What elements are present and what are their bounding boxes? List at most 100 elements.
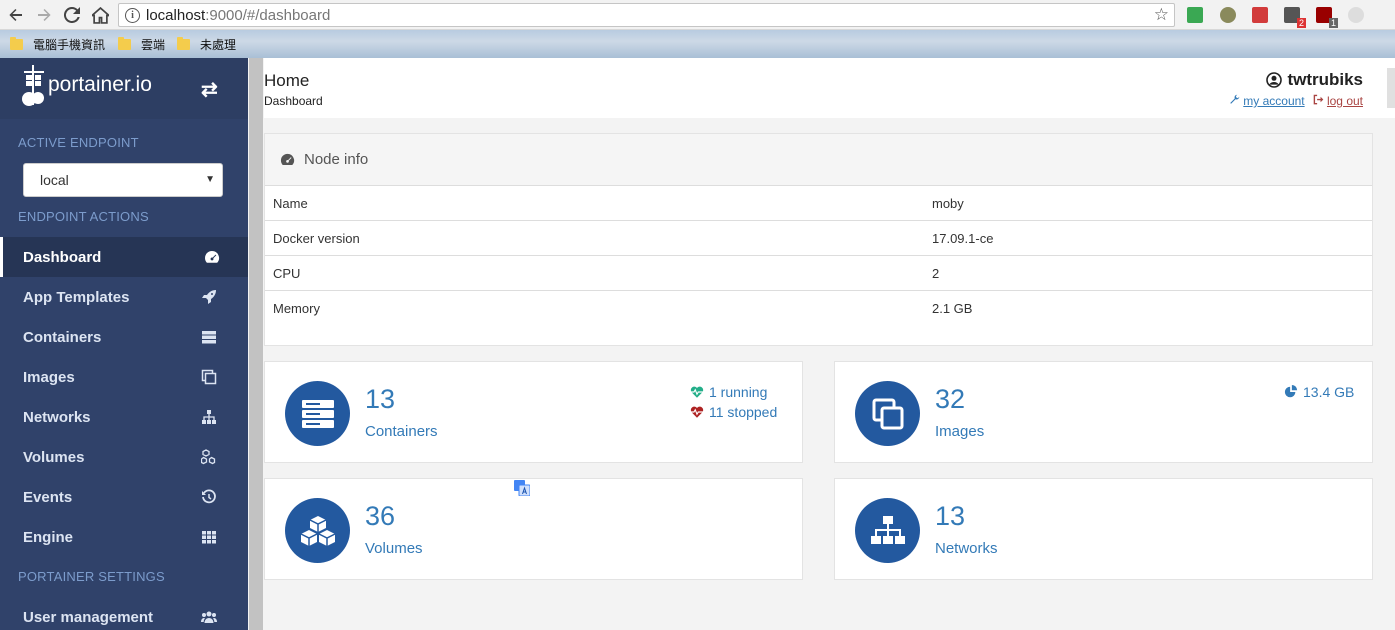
folder-icon (118, 37, 131, 50)
bookmark-star-icon[interactable]: ☆ (1154, 5, 1169, 25)
server-icon (301, 399, 334, 428)
folder-icon (177, 37, 190, 50)
heartbeat-icon (690, 406, 704, 418)
volumes-count: 36 (365, 501, 396, 531)
sidebar-item-label: User management (23, 608, 154, 626)
portainer-logo-icon[interactable] (21, 65, 47, 109)
sidebar-item-events[interactable]: Events (0, 477, 248, 517)
node-info-panel: Node info Name moby Docker version 17.09… (264, 133, 1373, 346)
wrench-icon (1230, 94, 1240, 104)
networks-widget[interactable]: 13 Networks (834, 478, 1373, 580)
stopped-label: 11 stopped (709, 404, 778, 420)
extension-tab-icon[interactable]: 2 (1284, 7, 1306, 28)
row-key: CPU (273, 266, 301, 281)
table-row: Name moby (265, 185, 1372, 220)
breadcrumb: Dashboard (264, 94, 323, 108)
sidebar-item-label: Networks (23, 408, 91, 426)
volumes-circle (285, 498, 350, 563)
ublock-icon[interactable]: 1 (1316, 7, 1338, 28)
info-icon[interactable]: i (125, 7, 140, 23)
cubes-icon (300, 515, 335, 546)
th-icon (202, 531, 216, 544)
row-value: moby (932, 196, 964, 211)
back-icon[interactable] (5, 4, 27, 26)
node-info-title: Node info (304, 151, 369, 168)
size-label: 13.4 GB (1303, 384, 1355, 400)
stopped-status: 11 stopped (690, 402, 777, 422)
extension-circle-icon[interactable] (1348, 7, 1364, 23)
rocket-icon (202, 290, 216, 304)
folder-icon (10, 37, 23, 50)
networks-label: Networks (935, 540, 998, 557)
sidebar-item-label: Volumes (23, 448, 85, 466)
scrollbar-thumb[interactable] (249, 58, 263, 630)
brand-header: portainer.io ⇄ (0, 58, 248, 119)
row-value: 17.09.1-ce (932, 231, 994, 246)
sidebar-item-dashboard[interactable]: Dashboard (0, 237, 248, 277)
portainer-settings-title: PORTAINER SETTINGS (18, 569, 165, 584)
extension-green-icon[interactable] (1187, 7, 1203, 23)
endpoint-value: local (40, 172, 69, 188)
caret-down-icon: ▼ (205, 174, 215, 185)
reload-icon[interactable] (61, 4, 83, 26)
images-size: 13.4 GB (1284, 382, 1354, 402)
sidebar-item-label: Containers (23, 328, 102, 346)
extension-dots-icon[interactable] (1252, 7, 1268, 23)
sitemap-icon (870, 515, 905, 544)
bookmarks-bar: 電腦手機資訊 雲端 未處理 (0, 30, 1395, 58)
sidebar-item-images[interactable]: Images (0, 357, 248, 397)
user-links: my account log out (1229, 94, 1363, 108)
row-value: 2 (932, 266, 940, 281)
home-icon[interactable] (89, 4, 111, 26)
sidebar-item-containers[interactable]: Containers (0, 317, 248, 357)
log-out-link[interactable]: log out (1313, 94, 1363, 108)
containers-circle (285, 381, 350, 446)
sidebar-item-user-management[interactable]: User management (0, 597, 248, 630)
endpoint-select[interactable]: local ▼ (23, 163, 223, 197)
size-status: 13.4 GB (1284, 382, 1354, 402)
images-label: Images (935, 423, 985, 440)
table-row: Memory 2.1 GB (265, 290, 1372, 325)
active-endpoint-title: ACTIVE ENDPOINT (18, 135, 139, 150)
browser-toolbar: i localhost:9000/#/dashboard ☆ 2 1 (0, 0, 1395, 30)
tachometer-icon (205, 251, 220, 263)
sidebar: portainer.io ⇄ ACTIVE ENDPOINT local ▼ E… (0, 58, 248, 630)
translate-icon[interactable] (514, 480, 530, 496)
heartbeat-icon (690, 386, 704, 398)
volumes-widget[interactable]: 36 Volumes (264, 478, 803, 580)
row-key: Docker version (273, 231, 360, 246)
row-key: Name (273, 196, 308, 211)
brand-name[interactable]: portainer.io (48, 73, 152, 97)
images-widget[interactable]: 32 Images 13.4 GB (834, 361, 1373, 463)
sidebar-item-label: Engine (23, 528, 74, 546)
images-circle (855, 381, 920, 446)
bookmark-label: 電腦手機資訊 (33, 38, 106, 52)
endpoint-actions-title: ENDPOINT ACTIONS (18, 209, 149, 224)
row-value: 2.1 GB (932, 301, 973, 316)
user-circle-icon (1266, 72, 1283, 88)
sidebar-item-engine[interactable]: Engine (0, 517, 248, 557)
bookmark-folder[interactable]: 雲端 (118, 36, 165, 53)
my-account-link[interactable]: my account (1229, 94, 1305, 108)
extension-bug-icon[interactable] (1220, 7, 1236, 23)
header-scrollbar (1387, 68, 1395, 108)
page-title: Home (264, 71, 310, 90)
log-out-label[interactable]: log out (1327, 94, 1363, 108)
running-label: 1 running (709, 384, 768, 400)
containers-widget[interactable]: 13 Containers 1 running 11 stopped (264, 361, 803, 463)
sidebar-item-volumes[interactable]: Volumes (0, 437, 248, 477)
users-icon (201, 611, 217, 623)
bookmark-folder[interactable]: 未處理 (177, 36, 236, 53)
sidebar-item-label: Dashboard (23, 248, 102, 266)
my-account-label[interactable]: my account (1243, 94, 1304, 108)
node-info-header: Node info (265, 134, 1372, 186)
address-bar[interactable]: i localhost:9000/#/dashboard ☆ (118, 3, 1175, 27)
sidebar-item-app-templates[interactable]: App Templates (0, 277, 248, 317)
extension-badge: 2 (1296, 18, 1306, 28)
url-host: localhost (146, 6, 206, 24)
forward-icon[interactable] (33, 4, 55, 26)
switch-icon[interactable]: ⇄ (201, 77, 218, 102)
sidebar-item-networks[interactable]: Networks (0, 397, 248, 437)
bookmark-folder[interactable]: 電腦手機資訊 (10, 36, 105, 53)
sitemap-icon (202, 410, 216, 424)
